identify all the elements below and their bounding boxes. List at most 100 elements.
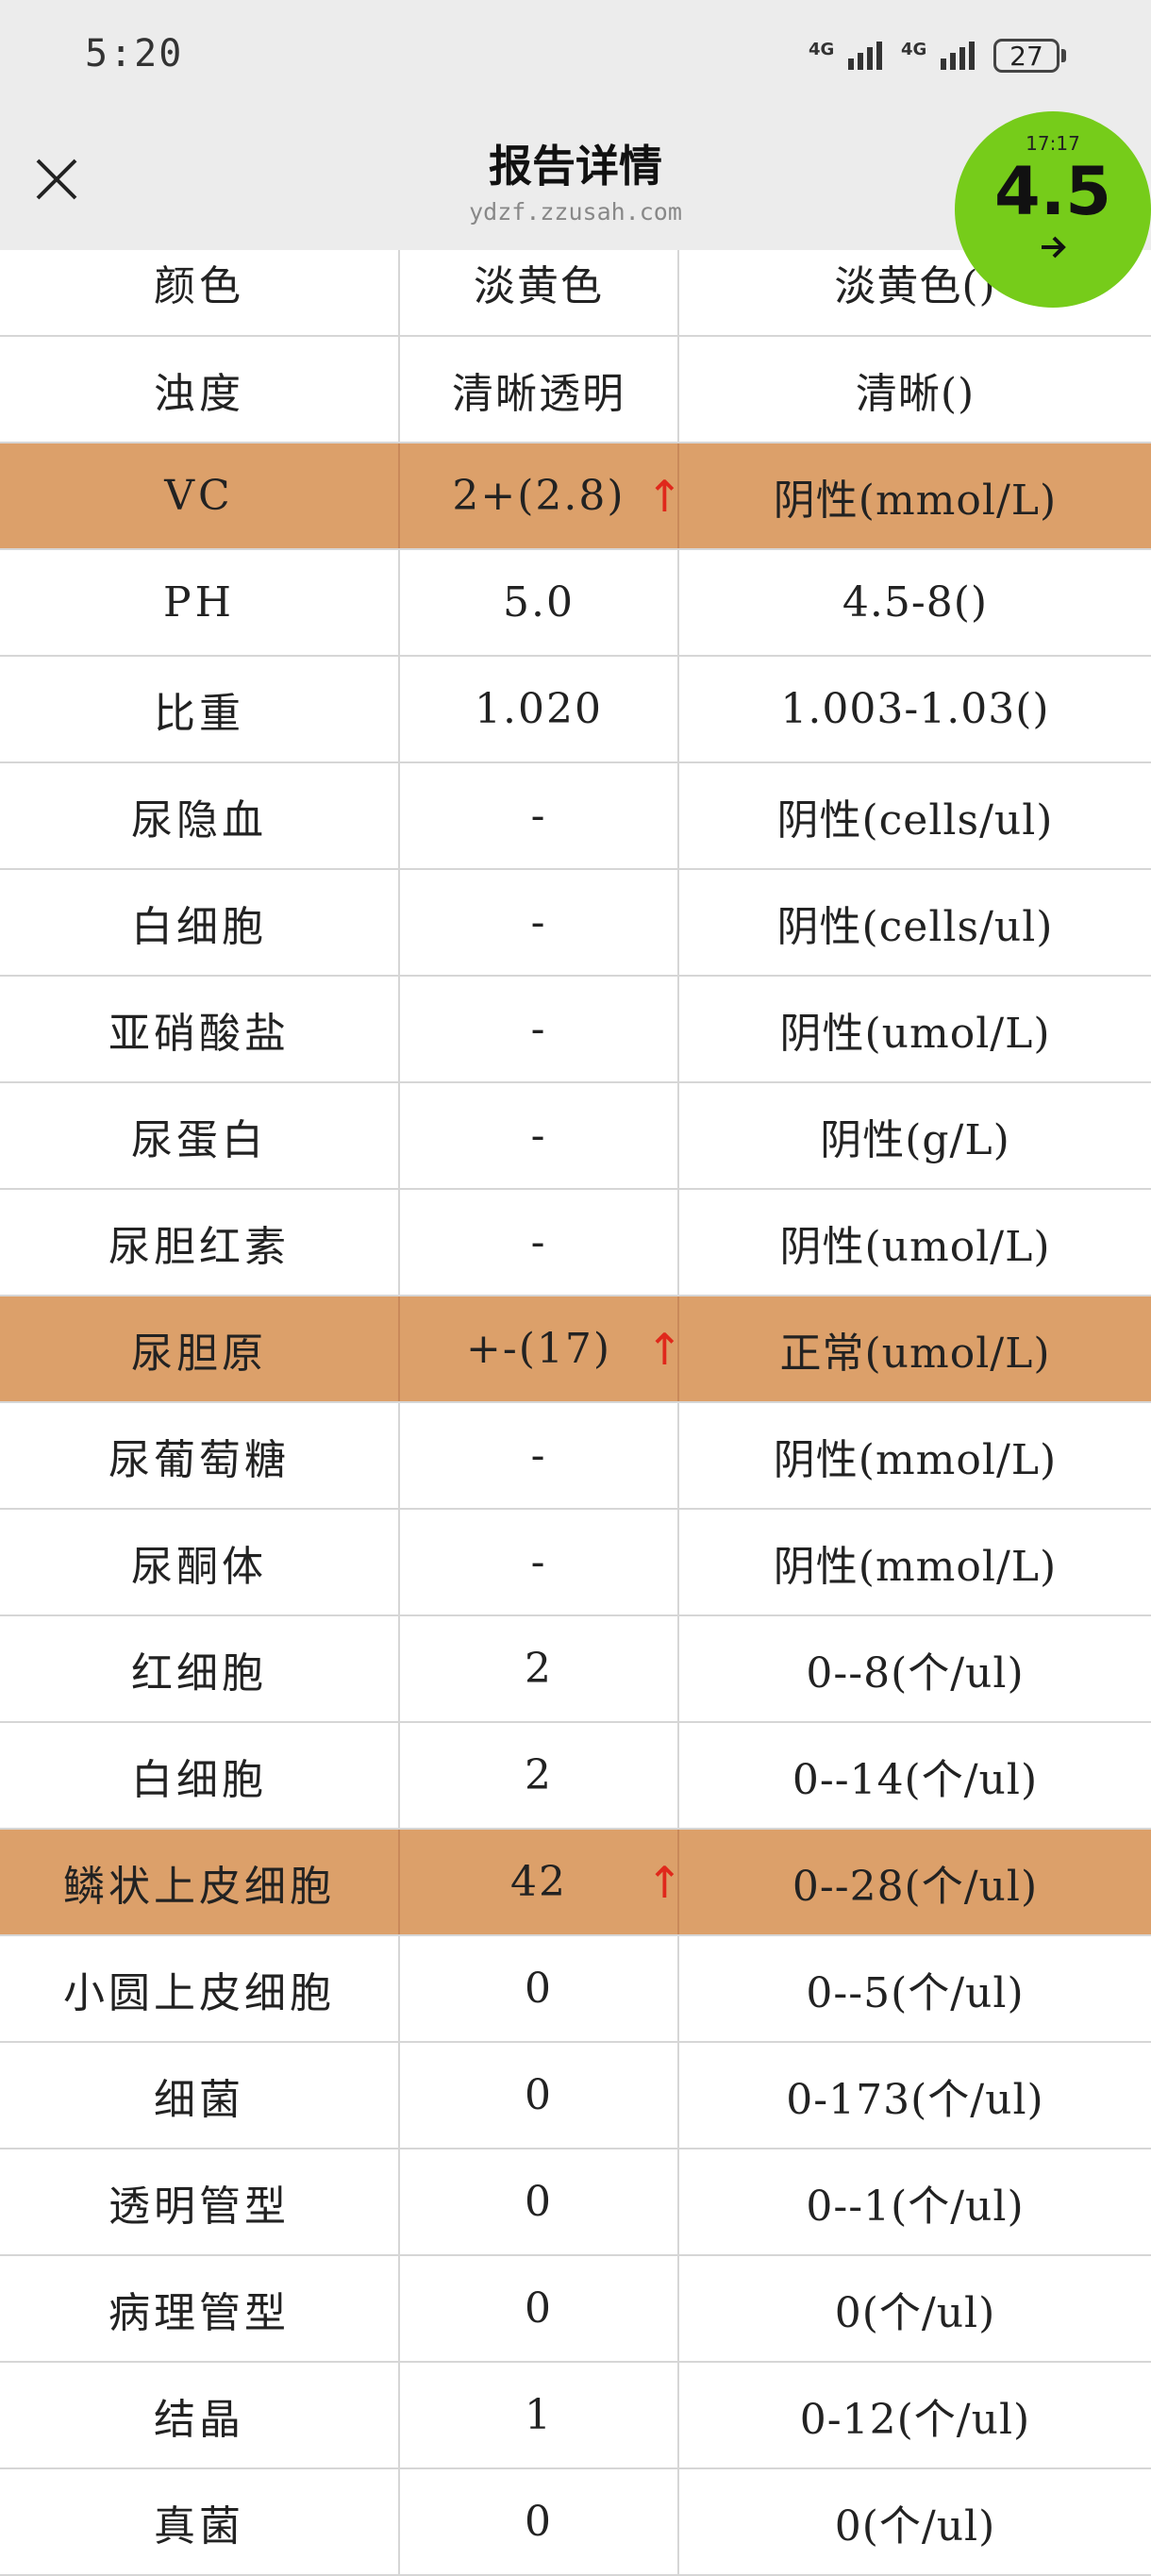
table-row: 尿葡萄糖 - 阴性(mmol/L) — [0, 1403, 1151, 1510]
item-name: 浊度 — [0, 337, 400, 442]
item-result: 2 — [400, 1723, 679, 1828]
item-result: 2+(2.8) — [400, 443, 679, 548]
item-name: 细菌 — [0, 2043, 400, 2148]
item-result: 5.0 — [400, 550, 679, 655]
item-name: 病理管型 — [0, 2256, 400, 2361]
item-reference: 阴性(umol/L) — [779, 1009, 1051, 1058]
battery-icon: 27 — [993, 39, 1066, 73]
table-row: 病理管型 0 0(个/ul) — [0, 2256, 1151, 2363]
status-bar: 5:20 4G 4G 27 — [0, 0, 1151, 113]
item-reference: 阴性(mmol/L) — [773, 476, 1058, 525]
item-name: VC — [0, 443, 400, 548]
signal-icon: 4G — [901, 40, 975, 70]
item-result: 清晰透明 — [400, 337, 679, 442]
arrow-right-icon — [1042, 236, 1066, 259]
item-reference: 4.5-8() — [842, 578, 989, 627]
item-reference: 阴性(mmol/L) — [773, 1542, 1058, 1591]
table-row: 红细胞 2 0--8(个/ul) — [0, 1616, 1151, 1723]
table-row: 尿蛋白 - 阴性(g/L) — [0, 1083, 1151, 1190]
table-row: 小圆上皮细胞 0 0--5(个/ul) — [0, 1936, 1151, 2043]
item-result: 0 — [400, 2149, 679, 2254]
item-result: - — [400, 763, 679, 868]
item-result: - — [400, 1510, 679, 1614]
item-result: 0 — [400, 2256, 679, 2361]
item-name: 尿胆原 — [0, 1296, 400, 1401]
item-reference: 阴性(g/L) — [820, 1115, 1010, 1164]
item-name: 亚硝酸盐 — [0, 977, 400, 1081]
table-row: PH 5.0 4.5-8() — [0, 550, 1151, 657]
item-reference: 0--28(个/ul) — [792, 1862, 1039, 1911]
item-reference: 0(个/ul) — [834, 2288, 996, 2337]
table-row-abnormal: 尿胆原 +-(17) 正常(umol/L) ↑ — [0, 1296, 1151, 1403]
arrow-up-icon: ↑ — [646, 1323, 683, 1375]
item-reference: 0--14(个/ul) — [792, 1755, 1039, 1804]
table-row-abnormal: 鳞状上皮细胞 42 0--28(个/ul) ↑ — [0, 1830, 1151, 1936]
item-result: 0 — [400, 2469, 679, 2574]
item-reference: 阴性(umol/L) — [779, 1222, 1051, 1271]
item-name: 白细胞 — [0, 870, 400, 975]
item-result: - — [400, 870, 679, 975]
item-result: +-(17) — [400, 1296, 679, 1401]
item-name: 比重 — [0, 657, 400, 761]
table-row: 尿酮体 - 阴性(mmol/L) — [0, 1510, 1151, 1616]
table-row: 亚硝酸盐 - 阴性(umol/L) — [0, 977, 1151, 1083]
item-result: 1 — [400, 2363, 679, 2467]
item-result: 42 — [400, 1830, 679, 1934]
item-name: 小圆上皮细胞 — [0, 1936, 400, 2041]
item-name: 尿蛋白 — [0, 1083, 400, 1188]
item-reference: 1.003-1.03() — [780, 685, 1050, 733]
item-reference: 0--8(个/ul) — [806, 1648, 1025, 1698]
item-result: 2 — [400, 1616, 679, 1721]
item-result: - — [400, 1403, 679, 1508]
item-reference: 0-173(个/ul) — [786, 2075, 1044, 2124]
table-row: 白细胞 - 阴性(cells/ul) — [0, 870, 1151, 977]
arrow-up-icon: ↑ — [646, 1856, 683, 1908]
item-reference: 阴性(cells/ul) — [776, 902, 1054, 951]
signal-label: 4G — [901, 40, 927, 59]
arrow-up-icon: ↑ — [646, 470, 683, 522]
table-row: 结晶 1 0-12(个/ul) — [0, 2363, 1151, 2469]
item-result: - — [400, 977, 679, 1081]
item-reference: 阴性(mmol/L) — [773, 1435, 1058, 1484]
badge-time: 17:17 — [1026, 132, 1080, 155]
item-name: 尿胆红素 — [0, 1190, 400, 1295]
status-time: 5:20 — [85, 32, 184, 75]
table-row-abnormal: VC 2+(2.8) 阴性(mmol/L) ↑ — [0, 443, 1151, 550]
item-result: - — [400, 1190, 679, 1295]
item-name: 结晶 — [0, 2363, 400, 2467]
item-result: 淡黄色 — [400, 250, 679, 335]
item-name: 颜色 — [0, 250, 400, 335]
item-name: 尿酮体 — [0, 1510, 400, 1614]
status-icons: 4G 4G 27 — [809, 32, 1066, 79]
item-name: 尿葡萄糖 — [0, 1403, 400, 1508]
signal-label: 4G — [809, 40, 835, 59]
item-reference: 0-12(个/ul) — [799, 2395, 1031, 2444]
table-row: 尿隐血 - 阴性(cells/ul) — [0, 763, 1151, 870]
item-reference: 0--1(个/ul) — [806, 2182, 1025, 2231]
item-reference: 清晰() — [855, 369, 976, 418]
table-row: 细菌 0 0-173(个/ul) — [0, 2043, 1151, 2149]
item-name: 白细胞 — [0, 1723, 400, 1828]
battery-level: 27 — [993, 39, 1059, 73]
signal-icon: 4G — [809, 40, 882, 70]
results-table: 颜色 淡黄色 淡黄色() 浊度 清晰透明 清晰() VC 2+(2.8) 阴性(mmol/L) ↑… — [0, 250, 1151, 2576]
item-reference: 正常(umol/L) — [779, 1329, 1051, 1378]
item-reference: 阴性(cells/ul) — [776, 795, 1054, 845]
item-result: 0 — [400, 2043, 679, 2148]
item-name: 鳞状上皮细胞 — [0, 1830, 400, 1934]
item-result: 1.020 — [400, 657, 679, 761]
item-name: 透明管型 — [0, 2149, 400, 2254]
item-result: - — [400, 1083, 679, 1188]
table-row: 尿胆红素 - 阴性(umol/L) — [0, 1190, 1151, 1296]
item-reference: 0(个/ul) — [834, 2501, 996, 2551]
table-row: 浊度 清晰透明 清晰() — [0, 337, 1151, 443]
item-name: 尿隐血 — [0, 763, 400, 868]
table-row: 白细胞 2 0--14(个/ul) — [0, 1723, 1151, 1830]
floating-speed-badge[interactable]: 17:17 4.5 — [955, 111, 1151, 308]
item-name: PH — [0, 550, 400, 655]
item-name: 红细胞 — [0, 1616, 400, 1721]
badge-value: 4.5 — [993, 153, 1111, 230]
table-row: 比重 1.020 1.003-1.03() — [0, 657, 1151, 763]
item-result: 0 — [400, 1936, 679, 2041]
table-row: 真菌 0 0(个/ul) — [0, 2469, 1151, 2576]
